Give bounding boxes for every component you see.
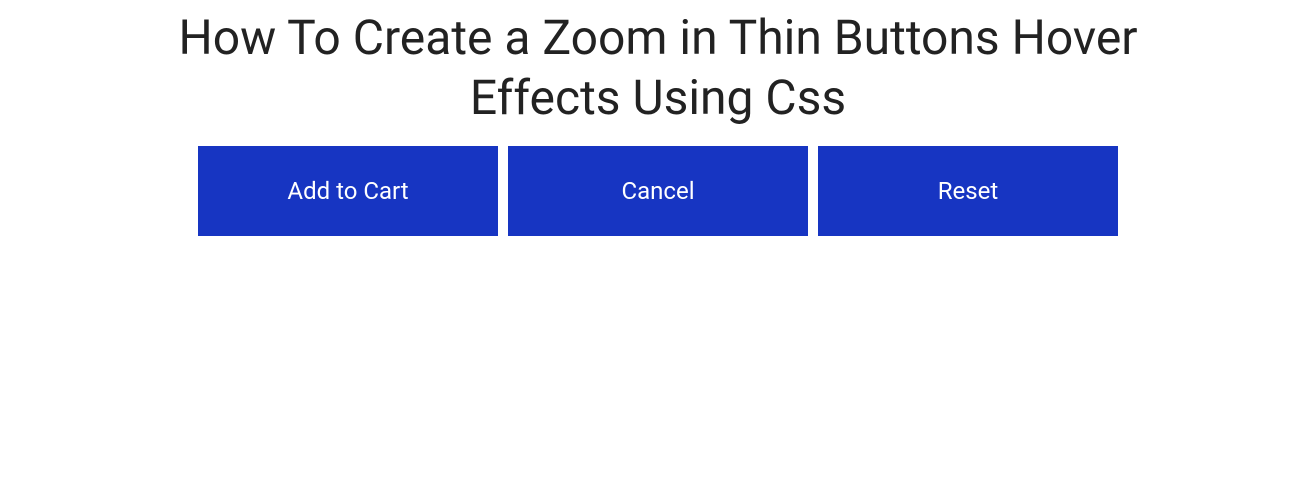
cancel-button[interactable]: Cancel bbox=[508, 146, 808, 236]
add-to-cart-button[interactable]: Add to Cart bbox=[198, 146, 498, 236]
button-row: Add to Cart Cancel Reset bbox=[198, 146, 1118, 236]
reset-button[interactable]: Reset bbox=[818, 146, 1118, 236]
page-title: How To Create a Zoom in Thin Buttons Hov… bbox=[108, 8, 1208, 128]
